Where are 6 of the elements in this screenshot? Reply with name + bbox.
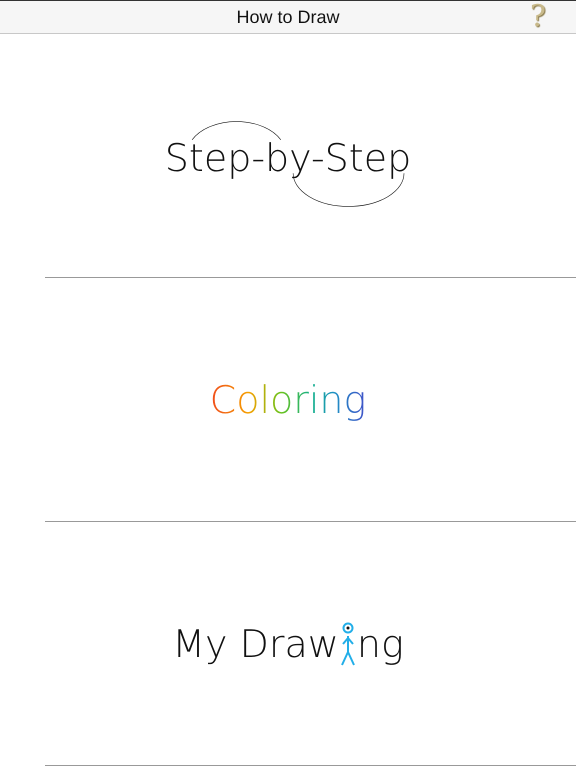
page-title: How to Draw [236,6,340,28]
menu-label: ng [356,622,404,666]
my-drawing-button[interactable]: My Draw ng [172,622,404,666]
stick-figure-icon [340,622,356,666]
step-by-step-button[interactable]: Step-by-Step [164,102,412,210]
menu-label: My Draw [172,622,339,666]
